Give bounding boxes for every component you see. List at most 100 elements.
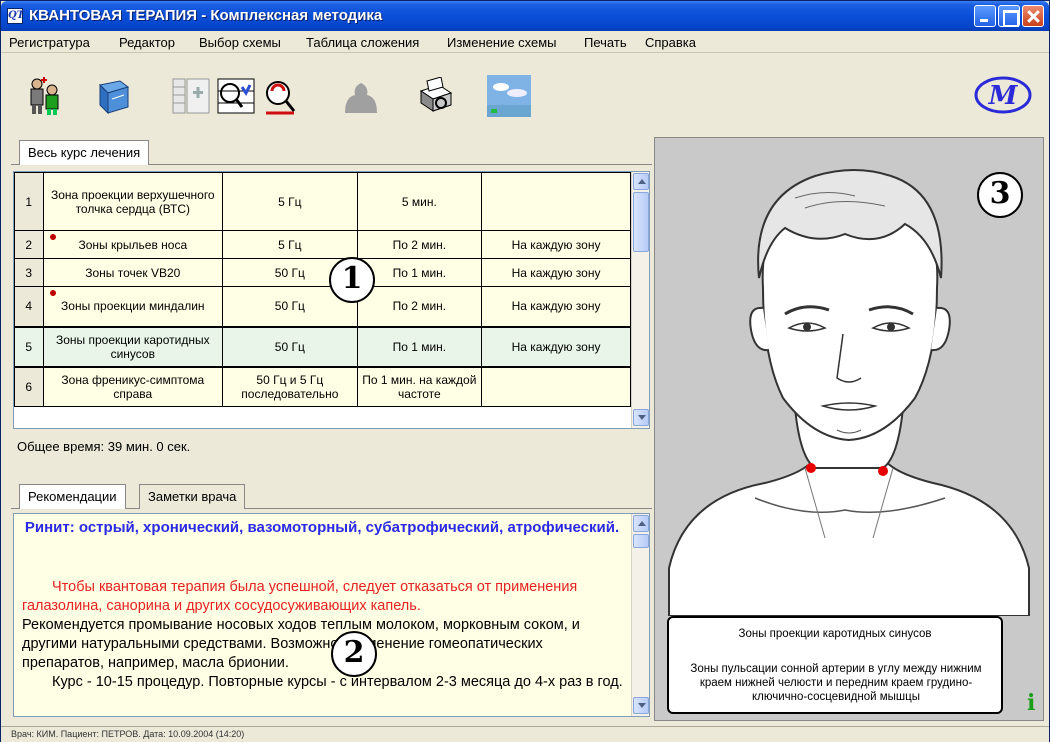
callout-one: 1 bbox=[329, 257, 375, 303]
procedures-table: 1 Зона проекции верхушечного толчка сердц… bbox=[13, 171, 650, 429]
note-cell-text: На каждую зону bbox=[511, 237, 601, 252]
row-number-cell-text: 5 bbox=[25, 339, 33, 354]
recommendations-panel: Ринит: острый, хронический, вазомоторный… bbox=[13, 513, 650, 717]
duration-cell: По 1 мин. на каждой частоте bbox=[356, 366, 483, 407]
frequency-cell-text: 5 Гц bbox=[278, 194, 302, 209]
duration-cell-text: По 1 мин. bbox=[392, 339, 447, 354]
illustration-pane: 3 Зоны проекции каротидных синусов Зоны … bbox=[654, 137, 1044, 721]
recommendations-scrollbar[interactable] bbox=[631, 514, 649, 716]
rec-scroll-thumb[interactable] bbox=[633, 534, 649, 548]
caption-description: Зоны пульсации сонной артерии в углу меж… bbox=[690, 663, 982, 703]
maximize-button[interactable] bbox=[998, 5, 1020, 27]
duration-cell-text: По 2 мин. bbox=[392, 299, 447, 314]
row-number-cell: 4 bbox=[14, 286, 44, 327]
table-add-icon[interactable] bbox=[171, 77, 211, 117]
body-shape-icon[interactable] bbox=[341, 77, 381, 117]
marker-dot-icon bbox=[49, 234, 56, 240]
menu-print[interactable]: Печать bbox=[584, 35, 627, 50]
table-scrollbar[interactable] bbox=[631, 172, 649, 428]
table-row[interactable]: 3 Зоны точек VB20 50 Гц По 1 мин. На каждую … bbox=[14, 258, 631, 287]
menu-editor[interactable]: Редактор bbox=[119, 35, 175, 50]
frequency-cell: 5 Гц bbox=[222, 230, 358, 259]
printer-icon[interactable] bbox=[415, 76, 455, 117]
frequency-cell-text: 50 Гц bbox=[274, 299, 305, 314]
table-row[interactable]: 5 Зоны проекции каротидных синусов 50 Гц По… bbox=[14, 325, 631, 368]
frequency-cell: 5 Гц bbox=[222, 172, 358, 231]
duration-cell-text: 5 мин. bbox=[401, 194, 437, 209]
scroll-up-button[interactable] bbox=[633, 173, 649, 190]
frequency-cell-text: 50 Гц bbox=[274, 339, 305, 354]
row-number-cell: 6 bbox=[14, 366, 44, 407]
callout-three: 3 bbox=[977, 172, 1023, 218]
recommendation-warning: Чтобы квантовая терапия была успешной, с… bbox=[22, 579, 578, 614]
left-pane: Весь курс лечения 1 Зона проекции верхуше… bbox=[11, 135, 652, 725]
duration-cell: 5 мин. bbox=[356, 172, 483, 231]
frequency-cell: 50 Гц и 5 Гц последовательно bbox=[222, 366, 358, 407]
tab-recommendations[interactable]: Рекомендации bbox=[19, 484, 126, 509]
patients-icon[interactable] bbox=[25, 77, 65, 117]
menu-addition-table[interactable]: Таблица сложения bbox=[306, 35, 419, 50]
recommendation-course: Курс - 10-15 процедур. Повторные курсы -… bbox=[52, 674, 623, 690]
window-title: КВАНТОВАЯ ТЕРАПИЯ - Комплексная методика bbox=[29, 7, 383, 24]
carotid-marker-left[interactable] bbox=[806, 463, 816, 473]
status-text: Врач: КИМ. Пациент: ПЕТРОВ. Дата: 10.09.… bbox=[11, 729, 245, 739]
menu-registry[interactable]: Регистратура bbox=[9, 35, 90, 50]
zone-cell: Зоны проекции миндалин bbox=[42, 286, 224, 327]
menu-change-scheme[interactable]: Изменение схемы bbox=[447, 35, 557, 50]
table-row[interactable]: 4 Зоны проекции миндалин 50 Гц По 2 мин. На … bbox=[14, 286, 631, 327]
minimize-button[interactable] bbox=[974, 5, 996, 27]
info-icon[interactable]: i bbox=[1027, 690, 1035, 716]
note-cell bbox=[481, 366, 631, 407]
course-tabstrip: Весь курс лечения bbox=[11, 135, 652, 165]
carotid-marker-right[interactable] bbox=[878, 466, 888, 476]
menu-help[interactable]: Справка bbox=[645, 35, 696, 50]
rec-scroll-down-button[interactable] bbox=[633, 697, 649, 714]
scroll-down-button[interactable] bbox=[633, 409, 649, 426]
row-number-cell-text: 1 bbox=[25, 194, 33, 209]
zone-cell: Зона френикус-симптома справа bbox=[42, 366, 224, 407]
toolbar: M bbox=[1, 53, 1049, 129]
frequency-cell-text: 50 Гц и 5 Гц последовательно bbox=[241, 372, 339, 401]
menu-choose-scheme[interactable]: Выбор схемы bbox=[199, 35, 281, 50]
duration-cell-text: По 2 мин. bbox=[392, 237, 447, 252]
landscape-icon[interactable] bbox=[487, 75, 531, 117]
numbered-search-icon[interactable] bbox=[216, 77, 256, 117]
row-number-cell: 3 bbox=[14, 258, 44, 287]
table-row[interactable]: 1 Зона проекции верхушечного толчка сердц… bbox=[14, 172, 631, 231]
table-row[interactable]: 2 Зоны крыльев носа 5 Гц По 2 мин. На каждую… bbox=[14, 230, 631, 259]
tab-full-course[interactable]: Весь курс лечения bbox=[19, 140, 150, 165]
title-bar[interactable]: QT КВАНТОВАЯ ТЕРАПИЯ - Комплексная метод… bbox=[1, 1, 1049, 31]
row-number-cell-text: 4 bbox=[25, 299, 33, 314]
close-button[interactable] bbox=[1022, 5, 1044, 27]
tab-doctor-notes[interactable]: Заметки врача bbox=[139, 484, 246, 509]
row-number-cell: 5 bbox=[14, 325, 44, 368]
zone-cell: Зоны крыльев носа bbox=[42, 230, 224, 259]
row-number-cell-text: 6 bbox=[25, 379, 33, 394]
rec-scroll-up-button[interactable] bbox=[633, 515, 649, 532]
duration-cell: По 1 мин. bbox=[356, 258, 483, 287]
note-cell: На каждую зону bbox=[481, 230, 631, 259]
zone-cell-text: Зона френикус-симптома справа bbox=[61, 372, 205, 401]
caption-title: Зоны проекции каротидных синусов bbox=[738, 628, 932, 640]
recommendation-body: Чтобы квантовая терапия была успешной, с… bbox=[22, 578, 627, 692]
zone-cell-text: Зона проекции верхушечного толчка сердца… bbox=[50, 187, 215, 216]
duration-cell-text: По 1 мин. на каждой частоте bbox=[362, 372, 477, 401]
note-cell-text: На каждую зону bbox=[511, 265, 601, 280]
scroll-thumb[interactable] bbox=[633, 192, 649, 252]
book-icon[interactable] bbox=[94, 77, 134, 117]
zone-cell-text: Зоны точек VB20 bbox=[85, 265, 181, 280]
table-row[interactable]: 6 Зона френикус-симптома справа 50 Гц и 5 … bbox=[14, 366, 631, 407]
note-cell: На каждую зону bbox=[481, 258, 631, 287]
zone-cell-text: Зоны проекции каротидных синусов bbox=[55, 332, 210, 361]
note-cell-text: На каждую зону bbox=[511, 299, 601, 314]
recommendation-text: Рекомендуется промывание носовых ходов т… bbox=[22, 617, 580, 671]
status-bar: Врач: КИМ. Пациент: ПЕТРОВ. Дата: 10.09.… bbox=[1, 726, 1049, 742]
recommendation-title: Ринит: острый, хронический, вазомоторный… bbox=[24, 519, 620, 536]
total-time: Общее время: 39 мин. 0 сек. bbox=[17, 439, 191, 454]
duration-cell: По 2 мин. bbox=[356, 286, 483, 327]
marker-dot-icon bbox=[49, 290, 56, 296]
zoom-icon[interactable] bbox=[260, 77, 300, 117]
row-number-cell-text: 2 bbox=[25, 237, 33, 252]
frequency-cell-text: 50 Гц bbox=[274, 265, 305, 280]
zone-cell: Зона проекции верхушечного толчка сердца… bbox=[42, 172, 224, 231]
